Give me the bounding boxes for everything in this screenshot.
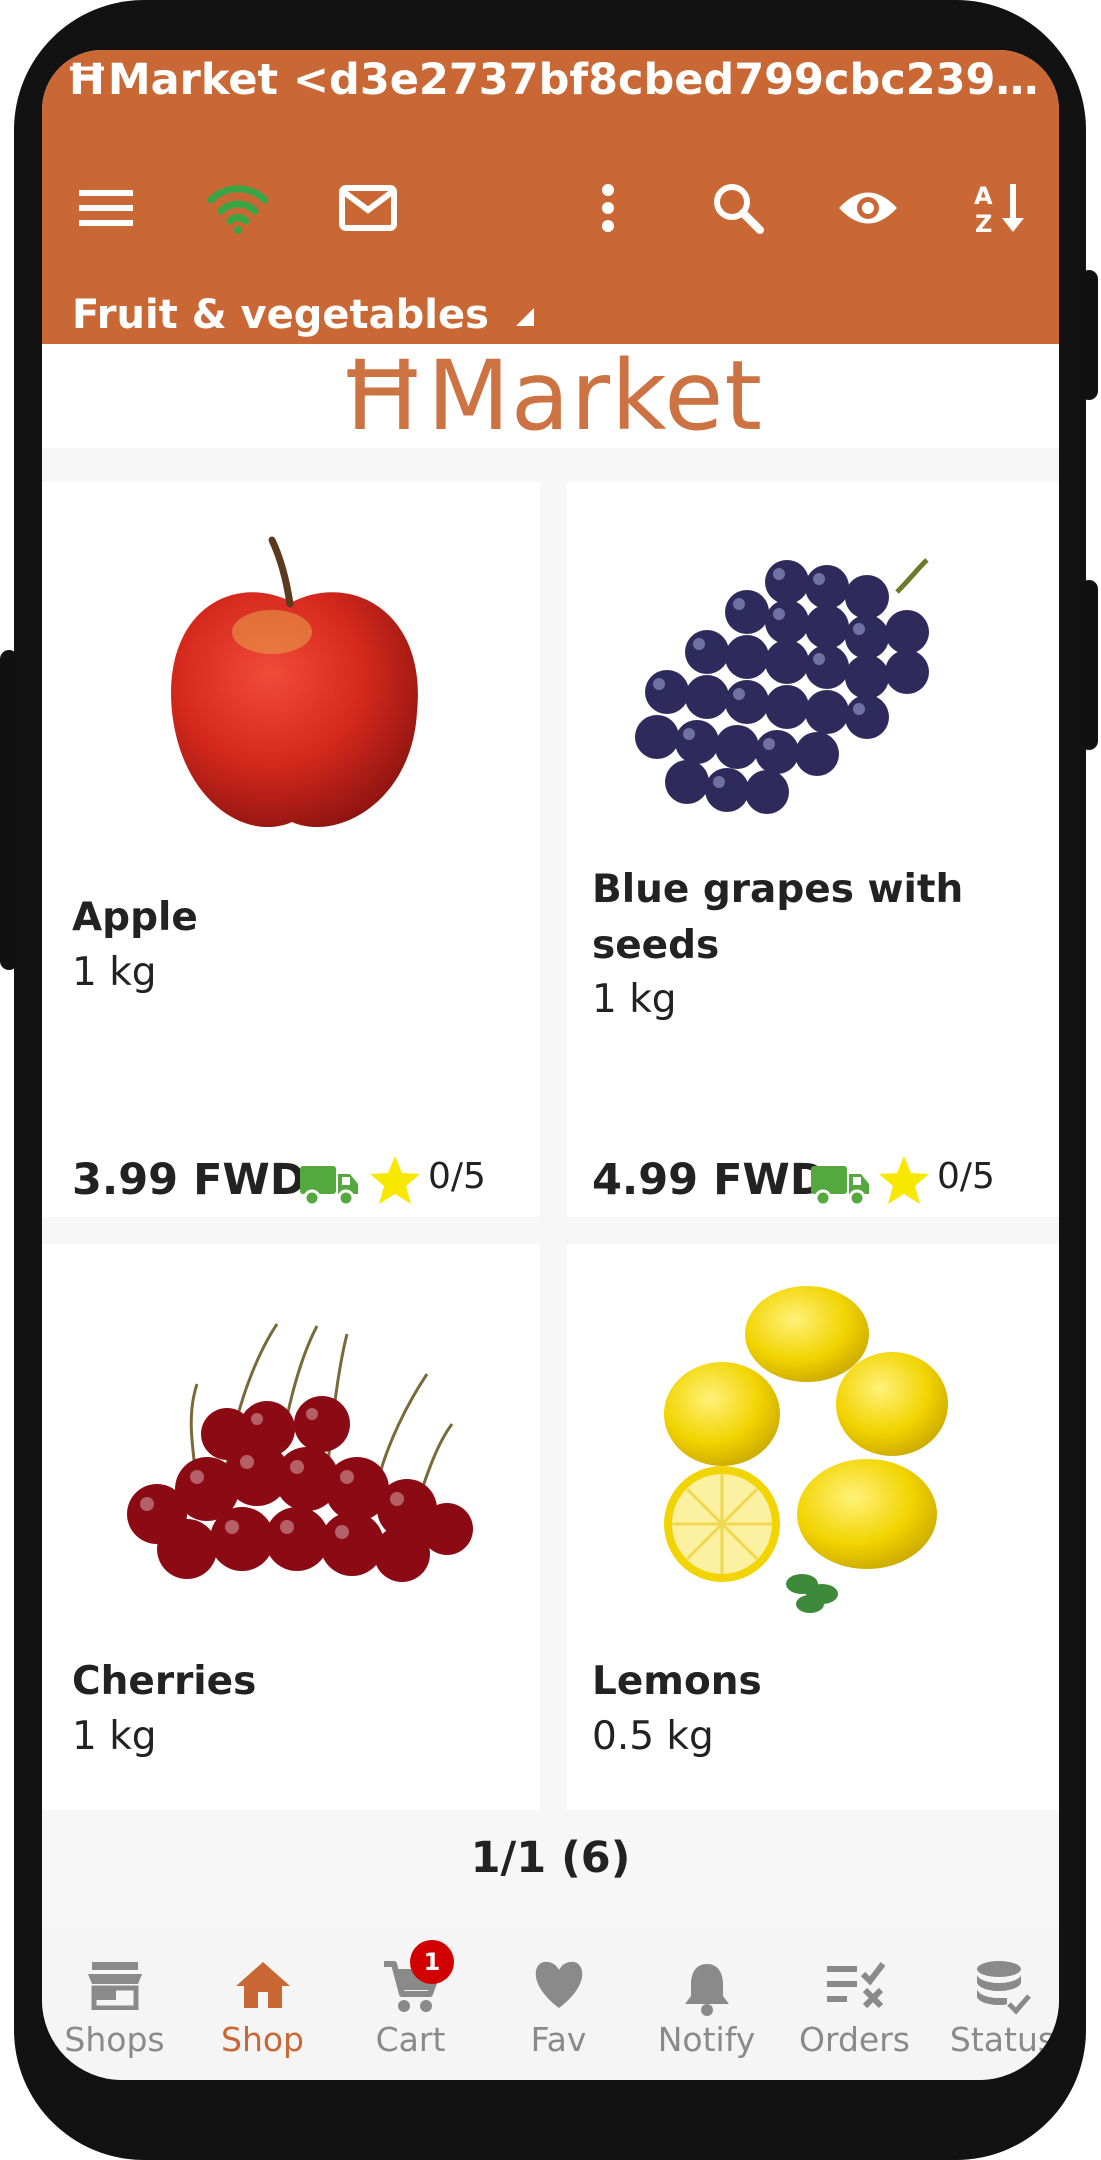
product-name: Blue grapes with seeds [592, 867, 964, 968]
sort-az-icon[interactable]: A Z [960, 168, 1040, 248]
nav-label: Notify [657, 2020, 756, 2059]
nav-cart[interactable]: Cart [338, 1928, 483, 2080]
nav-label: Cart [375, 2020, 446, 2059]
product-rating: 0/5 [937, 1156, 995, 1197]
orders-icon [826, 1962, 885, 2008]
nav-shop[interactable]: Shop [190, 1928, 335, 2080]
bottom-nav: Shops Shop Cart 1 Fav Notify Orders Stat… [42, 1928, 1059, 2080]
market-logo: ĦMarket [338, 340, 763, 452]
rating-star-icon [370, 1156, 420, 1204]
nav-orders[interactable]: Orders [782, 1928, 927, 2080]
product-quantity: 1 kg [592, 977, 677, 1022]
nav-label: Shop [221, 2020, 304, 2059]
home-icon [235, 1962, 290, 2008]
product-name: Apple [72, 895, 198, 940]
dropdown-arrow-icon[interactable] [516, 308, 534, 326]
lemons-image [664, 1286, 948, 1613]
product-card[interactable]: Cherries 1 kg [42, 1244, 540, 1810]
svg-text:A: A [974, 182, 993, 210]
nav-status[interactable]: Status [930, 1928, 1059, 2080]
nav-label: Status [949, 2020, 1056, 2059]
svg-text:Z: Z [975, 210, 992, 236]
nav-label: Orders [799, 2020, 910, 2059]
more-vert-icon[interactable] [568, 168, 648, 248]
product-quantity: 1 kg [72, 1714, 157, 1759]
market-banner: ĦMarket [42, 344, 1059, 448]
grapes-image [635, 558, 929, 814]
product-card[interactable]: Lemons 0.5 kg [567, 1244, 1059, 1810]
cherries-image [127, 1323, 473, 1582]
product-quantity: 1 kg [72, 950, 157, 995]
heart-icon [535, 1961, 582, 2008]
delivery-truck-icon [300, 1166, 358, 1207]
search-icon[interactable] [698, 168, 778, 248]
page-indicator: 1/1 (6) [470, 1833, 631, 1883]
nav-notify[interactable]: Notify [634, 1928, 779, 2080]
database-icon [976, 1961, 1031, 2015]
app-title: ĦMarket <d3e2737bf8cbed799cbc23903a475..… [66, 55, 1056, 105]
product-name: Lemons [592, 1659, 762, 1704]
bell-icon [684, 1964, 729, 2016]
app-bar: ĦMarket <d3e2737bf8cbed799cbc23903a475..… [42, 50, 1059, 344]
nav-shops[interactable]: Shops [42, 1928, 187, 2080]
category-selector[interactable]: Fruit & vegetables [72, 290, 489, 340]
eye-icon[interactable] [828, 168, 908, 248]
side-button-left [0, 650, 18, 970]
power-button [1080, 270, 1098, 400]
mail-icon[interactable] [328, 168, 408, 248]
nav-label: Shops [64, 2020, 165, 2059]
wifi-icon[interactable] [198, 168, 278, 248]
delivery-truck-icon [811, 1166, 869, 1207]
product-card[interactable]: Apple 1 kg 3.99 FWD 0/5 [42, 482, 540, 1217]
menu-icon[interactable] [66, 168, 146, 248]
product-quantity: 0.5 kg [592, 1714, 714, 1759]
nav-label: Fav [530, 2020, 587, 2059]
product-name: Cherries [72, 1659, 257, 1704]
screen: ĦMarket <d3e2737bf8cbed799cbc23903a475..… [42, 50, 1059, 2080]
product-rating: 0/5 [428, 1156, 486, 1197]
product-price: 3.99 FWD [72, 1155, 306, 1205]
product-card[interactable]: Blue grapes with seeds 1 kg 4.99 FWD 0/5 [567, 482, 1059, 1217]
apple-image [171, 536, 418, 828]
cart-badge: 1 [410, 1940, 454, 1984]
store-icon [87, 1962, 142, 2010]
product-price: 4.99 FWD [592, 1155, 826, 1205]
nav-fav[interactable]: Fav [486, 1928, 631, 2080]
volume-button [1080, 580, 1098, 750]
rating-star-icon [879, 1156, 929, 1204]
